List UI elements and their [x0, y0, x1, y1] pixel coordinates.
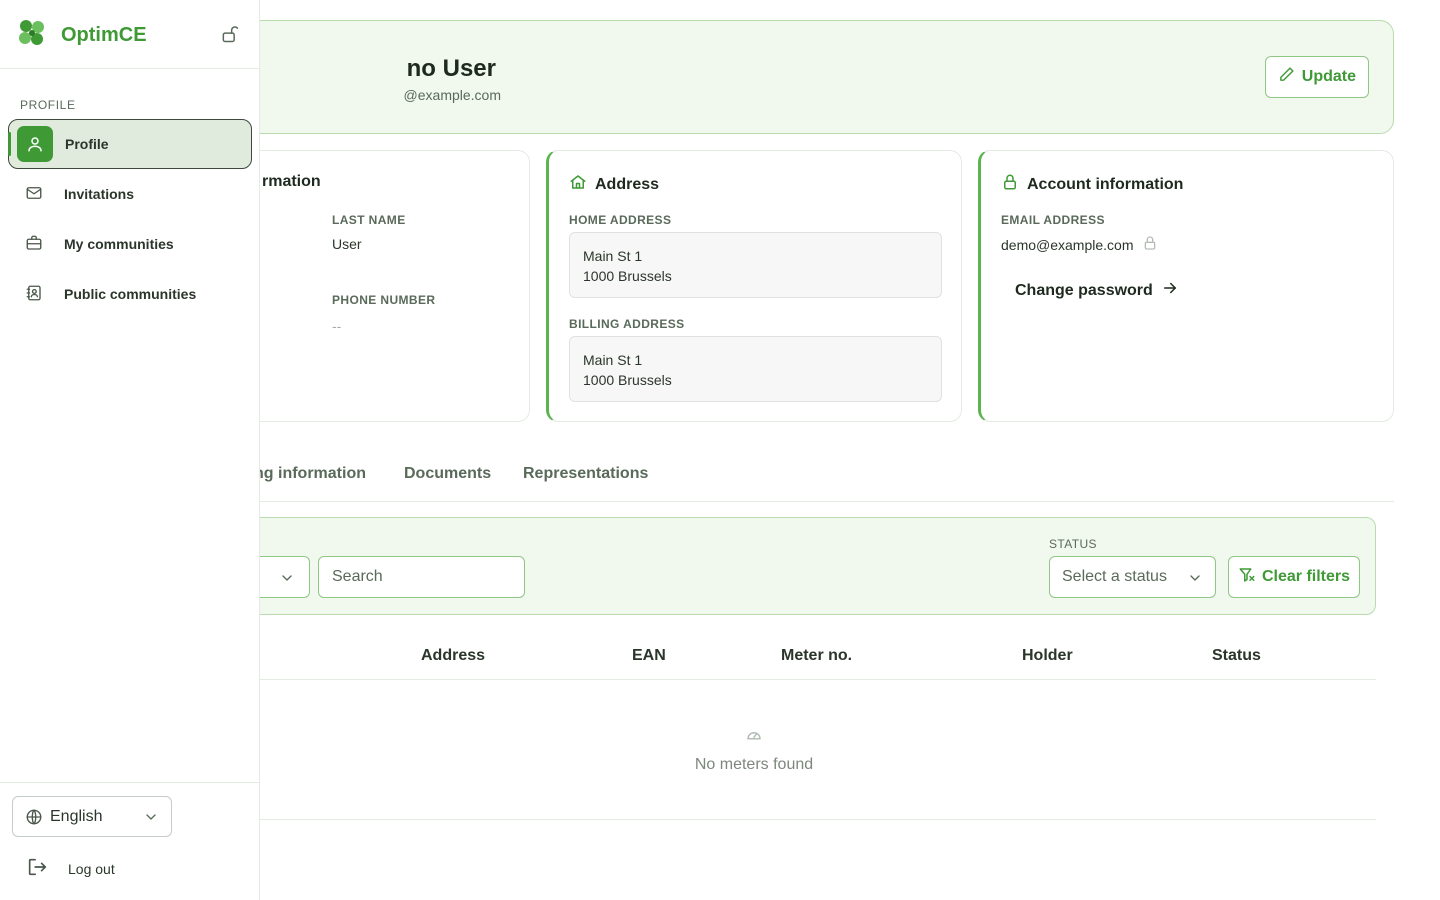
address-title-text: Address [595, 175, 660, 193]
empty-state-text: No meters found [694, 756, 814, 773]
email-address-label: EMAIL ADDRESS [1001, 213, 1105, 227]
sidebar-item-label: Public communities [64, 286, 197, 302]
filter-off-icon [1238, 566, 1256, 589]
sidebar-item-my-communities[interactable]: My communities [8, 219, 252, 269]
sidebar-section-label: PROFILE [20, 98, 76, 112]
mail-icon [25, 184, 45, 204]
user-icon [17, 126, 53, 162]
filters-panel: STATUS Select a status Clear filters [150, 517, 1376, 615]
email-lock-icon [1142, 235, 1158, 254]
sidebar-item-label: My communities [64, 236, 174, 252]
home-icon [569, 173, 587, 196]
profile-tabs: ng information Documents Representations [150, 452, 1394, 502]
account-title: Account information [1001, 173, 1183, 196]
status-select-placeholder: Select a status [1062, 568, 1167, 585]
contact-book-icon [25, 284, 45, 304]
clover-logo-icon [16, 18, 48, 53]
phone-value: -- [332, 318, 342, 334]
column-holder[interactable]: Holder [1022, 647, 1073, 665]
home-address-box: Main St 1 1000 Brussels [569, 232, 942, 298]
personal-info-title: rmation [262, 173, 321, 190]
home-address-label: HOME ADDRESS [569, 213, 672, 227]
sidebar-item-invitations[interactable]: Invitations [8, 169, 252, 219]
sidebar-item-public-communities[interactable]: Public communities [8, 269, 252, 319]
tab-documents[interactable]: Documents [404, 465, 491, 483]
brand-name: OptimCE [61, 24, 147, 46]
brand[interactable]: OptimCE [16, 18, 147, 53]
account-title-text: Account information [1027, 175, 1184, 193]
billing-address-label: BILLING ADDRESS [569, 317, 685, 331]
change-password-label: Change password [1015, 281, 1153, 299]
change-password-link[interactable]: Change password [1015, 279, 1179, 302]
sidebar-bottom-divider [0, 782, 260, 783]
gauge-icon [744, 726, 764, 744]
column-status[interactable]: Status [1212, 647, 1261, 665]
clear-filters-button[interactable]: Clear filters [1228, 556, 1360, 598]
column-meter-no[interactable]: Meter no. [781, 647, 852, 665]
sidebar-item-label: Profile [65, 136, 109, 152]
clear-filters-label: Clear filters [1261, 568, 1351, 585]
email-row: demo@example.com [1001, 235, 1158, 254]
update-button[interactable]: Update [1264, 56, 1369, 98]
column-ean[interactable]: EAN [632, 647, 666, 665]
logout-button[interactable]: Log out [26, 856, 115, 881]
meters-table-header: Address EAN Meter no. Holder Status [150, 632, 1376, 680]
tab-representations[interactable]: Representations [523, 465, 648, 483]
language-select[interactable]: English [12, 796, 172, 837]
logout-label: Log out [68, 860, 115, 877]
status-filter-label: STATUS [1049, 537, 1097, 551]
home-address-line1: Main St 1 [583, 248, 643, 264]
logout-icon [26, 856, 48, 881]
globe-icon [25, 808, 43, 826]
account-card: Account information EMAIL ADDRESS demo@e… [978, 150, 1394, 422]
profile-header: no User @example.com Update [150, 20, 1394, 134]
unlock-sidebar-icon[interactable] [220, 24, 240, 44]
address-title: Address [569, 173, 659, 196]
sidebar-item-label: Invitations [64, 186, 135, 202]
billing-address-box: Main St 1 1000 Brussels [569, 336, 942, 402]
home-address-line2: 1000 Brussels [583, 268, 672, 284]
chevron-down-icon [143, 809, 159, 825]
last-name-value: User [332, 236, 362, 252]
billing-address-line2: 1000 Brussels [583, 372, 672, 388]
meters-empty-state: No meters found [150, 680, 1376, 820]
sidebar-item-profile[interactable]: Profile [8, 119, 252, 169]
lock-icon [1001, 173, 1019, 196]
sidebar-divider [0, 68, 260, 69]
billing-address-line1: Main St 1 [583, 352, 643, 368]
column-address[interactable]: Address [421, 647, 485, 665]
search-input[interactable] [318, 556, 525, 598]
tab-billing-information[interactable]: ng information [254, 465, 366, 483]
status-select[interactable]: Select a status [1049, 556, 1216, 598]
pencil-icon [1278, 66, 1295, 88]
arrow-right-icon [1161, 279, 1179, 302]
phone-label: PHONE NUMBER [332, 293, 436, 307]
email-value: demo@example.com [1001, 236, 1134, 253]
briefcase-icon [25, 234, 45, 254]
last-name-label: LAST NAME [332, 213, 406, 227]
language-value: English [50, 808, 103, 825]
sidebar: OptimCE PROFILE Profile Invitations My c… [0, 0, 260, 900]
update-button-label: Update [1301, 68, 1356, 85]
address-card: Address HOME ADDRESS Main St 1 1000 Brus… [546, 150, 962, 422]
